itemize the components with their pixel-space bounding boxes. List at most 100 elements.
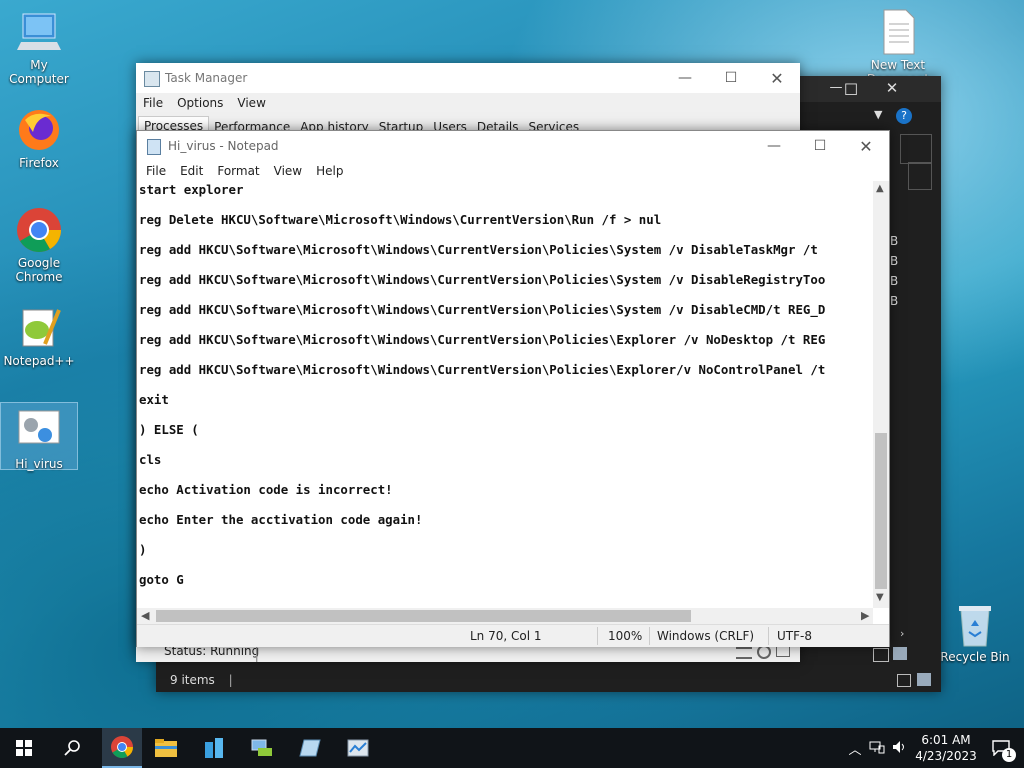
taskbar-notepad[interactable] [286, 728, 334, 768]
horizontal-scroll-thumb[interactable] [156, 610, 691, 622]
task-manager-title: Task Manager [165, 71, 248, 85]
explorer-maximize-button[interactable]: ☐ [836, 80, 866, 100]
computer-icon [15, 8, 63, 56]
taskbar-chrome[interactable] [102, 728, 142, 768]
vertical-scroll-thumb[interactable] [875, 433, 887, 589]
desktop-icon-label: Notepad++ [3, 354, 75, 368]
notepad-minimize-button[interactable]: — [751, 131, 797, 161]
network-icon[interactable] [866, 740, 888, 757]
taskbar-task-manager[interactable] [334, 728, 382, 768]
chrome-icon [111, 736, 133, 758]
explorer-help-icon[interactable]: ? [896, 108, 912, 124]
file-size-cell: B [890, 254, 899, 268]
text-line: reg add HKCU\Software\Microsoft\Windows\… [139, 272, 826, 287]
desktop-icon-chrome[interactable]: Google Chrome [1, 206, 77, 284]
network-computer-icon [251, 739, 272, 756]
explorer-size-column: B B B B [890, 231, 898, 311]
explorer-view-box[interactable] [908, 162, 932, 190]
action-center-button[interactable]: 1 [982, 728, 1024, 768]
text-line: reg Delete HKCU\Software\Microsoft\Windo… [139, 212, 662, 227]
search-button[interactable] [48, 728, 96, 768]
file-size-cell: B [890, 234, 899, 248]
desktop-icon-notepadpp[interactable]: Notepad++ [1, 304, 77, 368]
desktop-icon-my-computer[interactable]: My Computer [1, 8, 77, 86]
task-manager-view-icon[interactable] [736, 647, 752, 659]
notepad-menu-edit[interactable]: Edit [173, 164, 210, 178]
cursor-position: Ln 70, Col 1 [470, 629, 542, 643]
notification-count-badge: 1 [1002, 748, 1016, 762]
notepad-menu-file[interactable]: File [139, 164, 173, 178]
clock-date: 4/23/2023 [915, 749, 977, 763]
windows-logo-icon [16, 740, 32, 756]
taskbar-file-explorer[interactable] [142, 728, 190, 768]
clock-time: 6:01 AM [921, 733, 971, 747]
notepad-maximize-button[interactable]: ☐ [797, 131, 843, 161]
notepad-icon [299, 739, 321, 757]
notepad-menu-help[interactable]: Help [309, 164, 350, 178]
notepad-text-area[interactable]: start explorer reg Delete HKCU\Software\… [137, 181, 873, 608]
explorer-details-view-icon[interactable] [873, 648, 889, 662]
task-manager-app-icon [144, 71, 160, 87]
notepad-vertical-scrollbar[interactable]: ▲ ▼ [873, 181, 889, 608]
task-manager-titlebar: Task Manager — ☐ ✕ [136, 63, 800, 93]
text-line: reg add HKCU\Software\Microsoft\Windows\… [139, 362, 826, 377]
notepad-title: Hi_virus - Notepad [168, 139, 279, 153]
task-manager-menu-file[interactable]: File [136, 96, 170, 110]
file-size-cell: B [890, 294, 899, 308]
notepad-menu-view[interactable]: View [267, 164, 309, 178]
notepad-menu-bar: File Edit Format View Help [139, 164, 350, 178]
text-line: reg add HKCU\Software\Microsoft\Windows\… [139, 302, 826, 317]
explorer-expand-ribbon-icon[interactable]: ▼ [874, 108, 882, 121]
recycle-bin-icon [951, 600, 999, 648]
desktop-icon-label: My Computer [9, 58, 69, 86]
notepad-horizontal-scrollbar[interactable]: ◀ ▶ [137, 608, 873, 624]
firefox-icon [15, 106, 63, 154]
notepad-titlebar: Hi_virus - Notepad — ☐ ✕ [137, 131, 889, 161]
taskbar-network-app[interactable] [238, 728, 286, 768]
taskbar-apps[interactable] [190, 728, 238, 768]
desktop-icon-firefox[interactable]: Firefox [1, 106, 77, 170]
task-manager-minimize-button[interactable]: — [662, 63, 708, 93]
explorer-tiles-view-icon[interactable] [893, 647, 907, 660]
text-line: ) ELSE ( [139, 422, 199, 437]
scroll-right-icon[interactable]: ▶ [861, 609, 869, 622]
text-file-icon [874, 8, 922, 56]
task-manager-maximize-button[interactable]: ☐ [708, 63, 754, 93]
explorer-search-box[interactable] [900, 134, 932, 164]
batch-file-icon [15, 407, 63, 455]
desktop-icon-hi-virus[interactable]: Hi_virus [0, 402, 78, 471]
notepad-close-button[interactable]: ✕ [843, 131, 889, 161]
buildings-icon [205, 738, 223, 758]
task-manager-menu-view[interactable]: View [230, 96, 272, 110]
taskbar: ︿ 6:01 AM 4/23/2023 1 [0, 728, 1024, 768]
desktop-icon-label: Hi_virus [15, 457, 63, 471]
show-hidden-icons-chevron-icon[interactable]: ︿ [844, 739, 866, 758]
explorer-item-count: 9 items [170, 673, 215, 687]
search-icon [64, 740, 80, 756]
explorer-close-button[interactable]: ✕ [877, 79, 907, 99]
text-line: reg add HKCU\Software\Microsoft\Windows\… [139, 332, 826, 347]
chrome-icon [15, 206, 63, 254]
scroll-down-icon[interactable]: ▼ [876, 592, 884, 603]
desktop-icon-new-text-document[interactable]: New Text Document [860, 8, 936, 86]
scroll-left-icon[interactable]: ◀ [141, 609, 149, 622]
text-line: exit [139, 392, 169, 407]
task-manager-close-button[interactable]: ✕ [754, 63, 800, 93]
text-line: goto G [139, 572, 184, 587]
explorer-details-view-icon-2[interactable] [897, 674, 911, 687]
desktop-icon-label: Google Chrome [15, 256, 63, 284]
clock[interactable]: 6:01 AM 4/23/2023 [910, 732, 982, 764]
desktop-icon-label: Recycle Bin [940, 650, 1010, 664]
start-button[interactable] [0, 728, 48, 768]
task-manager-menu-options[interactable]: Options [170, 96, 230, 110]
scroll-up-icon[interactable]: ▲ [876, 183, 884, 194]
explorer-tiles-view-icon-2[interactable] [917, 673, 931, 686]
task-manager-settings-icon[interactable] [757, 645, 771, 659]
encoding: UTF-8 [777, 629, 812, 643]
volume-icon[interactable] [888, 740, 910, 757]
file-size-cell: B [890, 274, 899, 288]
notepad-menu-format[interactable]: Format [210, 164, 266, 178]
desktop-icon-recycle-bin[interactable]: Recycle Bin [937, 600, 1013, 664]
text-line: cls [139, 452, 162, 467]
explorer-scroll-right-icon[interactable]: › [900, 627, 904, 640]
